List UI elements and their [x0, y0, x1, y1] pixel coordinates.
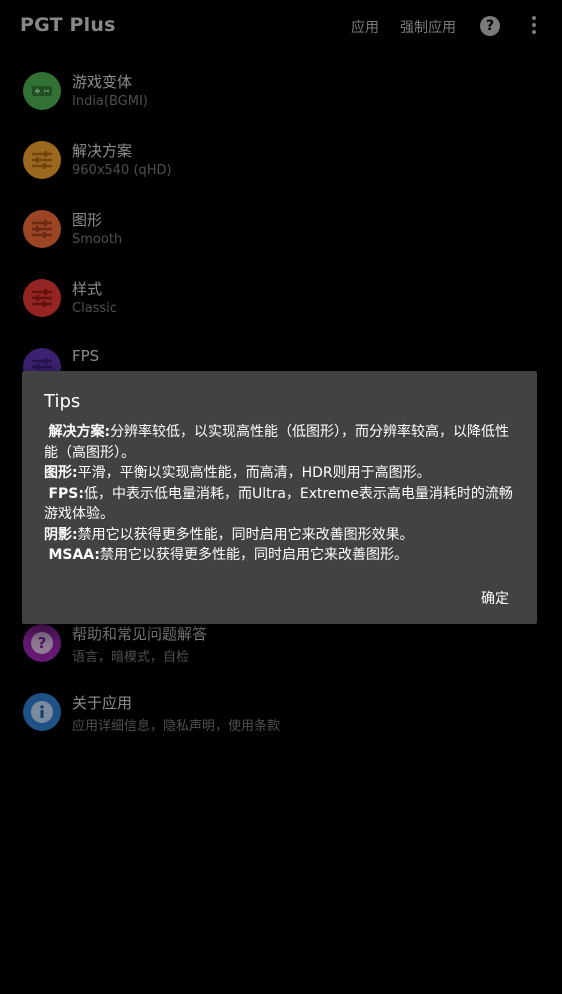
tip-label: 图形:: [44, 465, 78, 481]
tip-text: 低，中表示低电量消耗，而Ultra，Extreme表示高电量消耗时的流畅游戏体验…: [44, 485, 513, 523]
tip-graphics: 图形:平滑，平衡以实现高性能，而高清，HDR则用于高图形。: [44, 463, 522, 484]
tip-text: 禁用它以获得更多性能，同时启用它来改善图形。: [100, 547, 408, 563]
tip-text: 禁用它以获得更多性能，同时启用它来改善图形效果。: [77, 526, 414, 543]
tip-text: 平滑，平衡以实现高性能，而高清，HDR则用于高图形。: [77, 465, 431, 481]
tip-shadow: 阴影:禁用它以获得更多性能，同时启用它来改善图形效果。: [44, 525, 522, 546]
tip-msaa: MSAA:禁用它以获得更多性能，同时启用它来改善图形。: [44, 545, 522, 566]
tips-dialog: Tips 解决方案:分辨率较低，以实现高性能（低图形），而分辨率较高，以降低性能…: [22, 371, 537, 624]
tip-label: FPS:: [48, 485, 84, 502]
tip-label: 阴影:: [44, 526, 78, 543]
dialog-body: 解决方案:分辨率较低，以实现高性能（低图形），而分辨率较高，以降低性能（高图形）…: [44, 422, 522, 566]
tip-label: MSAA:: [48, 547, 100, 563]
tip-text: 分辨率较低，以实现高性能（低图形），而分辨率较高，以降低性能（高图形）。: [44, 424, 510, 461]
ok-button[interactable]: 确定: [481, 588, 509, 608]
dialog-title: Tips: [44, 391, 81, 412]
tip-resolution: 解决方案:分辨率较低，以实现高性能（低图形），而分辨率较高，以降低性能（高图形）…: [44, 422, 522, 463]
tip-label: 解决方案:: [48, 424, 111, 440]
tip-fps: FPS:低，中表示低电量消耗，而Ultra，Extreme表示高电量消耗时的流畅…: [44, 484, 522, 525]
